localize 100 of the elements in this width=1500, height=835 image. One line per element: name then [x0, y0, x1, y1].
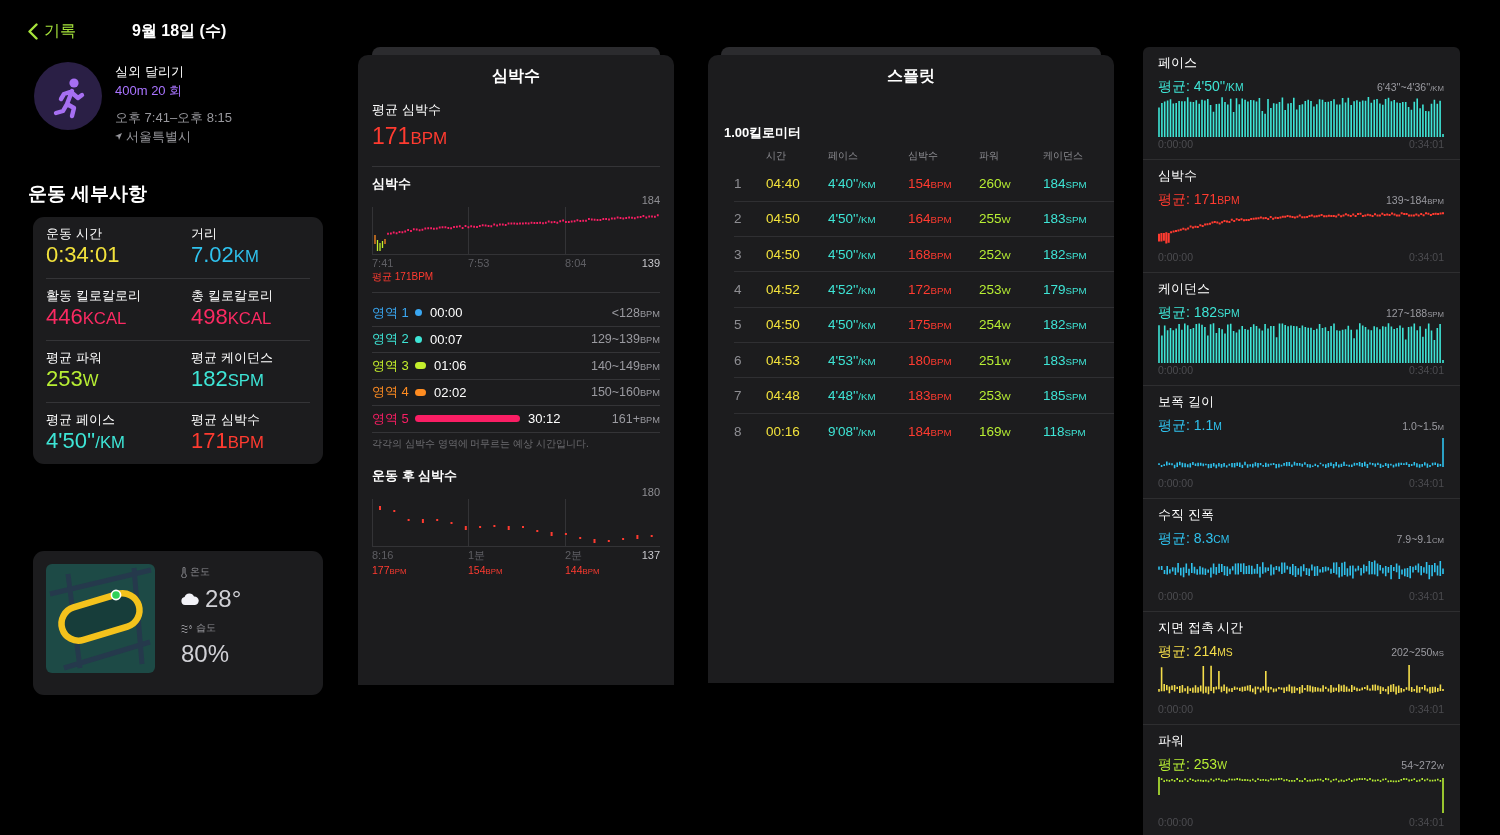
- table-cell: 183SPM: [1043, 211, 1087, 227]
- table-cell: 175BPM: [908, 317, 952, 333]
- section-title: 지면 접촉 시간: [1158, 620, 1244, 636]
- metric-label: 총 킬로칼로리: [191, 287, 273, 304]
- axis-label: 8:04: [565, 256, 587, 270]
- metric-value: 498KCAL: [191, 304, 272, 331]
- row-number: 6: [734, 352, 742, 368]
- zone-label: 영역 1: [372, 303, 409, 322]
- average-value: 평균: 182SPM: [1158, 303, 1240, 322]
- table-cell: 260W: [979, 176, 1011, 192]
- panel-title: 심박수: [492, 66, 540, 86]
- workout-type: 실외 달리기: [115, 63, 184, 81]
- average-value: 171BPM: [372, 122, 448, 151]
- table-cell: 9'08''/KM: [828, 423, 876, 439]
- table-cell: 169W: [979, 423, 1011, 439]
- zone-time: 30:12: [528, 411, 561, 427]
- row-number: 2: [734, 211, 742, 227]
- average-value: 평균: 1.1M: [1158, 416, 1222, 435]
- zone-range: 150~160BPM: [590, 385, 660, 400]
- table-cell: 252W: [979, 246, 1011, 262]
- table-cell: 00:16: [766, 423, 800, 439]
- average-value: 평균: 253W: [1158, 755, 1227, 774]
- table-cell: 182SPM: [1043, 317, 1087, 333]
- location-arrow-icon: [115, 133, 122, 140]
- axis-min-label: 137: [641, 548, 660, 562]
- table-cell: 04:48: [766, 387, 800, 403]
- table-cell: 04:53: [766, 352, 800, 368]
- zone-range: 129~139BPM: [590, 332, 660, 347]
- table-cell: 118SPM: [1043, 423, 1086, 439]
- row-number: 5: [734, 317, 742, 333]
- axis-label: 1분: [468, 548, 486, 562]
- table-cell: 4'53''/KM: [828, 352, 876, 368]
- metric-label: 평균 파워: [46, 349, 102, 366]
- table-cell: 253W: [979, 282, 1011, 298]
- column-header: 케이던스: [1043, 150, 1083, 162]
- zone-time: 01:06: [434, 358, 467, 374]
- metric-label: 평균 케이던스: [191, 349, 273, 366]
- average-label: 평균 심박수: [372, 101, 441, 119]
- table-cell: 183SPM: [1043, 352, 1087, 368]
- table-cell: 4'50''/KM: [828, 246, 876, 262]
- axis-max-label: 184: [641, 193, 660, 207]
- axis-max-label: 180: [641, 485, 660, 499]
- axis-label: 8:16: [372, 548, 394, 562]
- zone-label: 영역 2: [372, 330, 409, 349]
- table-cell: 251W: [979, 352, 1011, 368]
- date-title: 9월 18일 (수): [132, 21, 227, 41]
- table-cell: 185SPM: [1043, 387, 1087, 403]
- metric-label: 활동 킬로칼로리: [46, 287, 141, 304]
- axis-label: 2분: [565, 548, 583, 562]
- zone-label: 영역 5: [372, 409, 409, 428]
- metric-label: 운동 시간: [46, 225, 102, 242]
- workout-location: 서울특별시: [126, 128, 191, 146]
- average-value: 평균: 171BPM: [1158, 190, 1240, 209]
- metric-value: 4'50''/KM: [46, 428, 125, 455]
- humidity-value: 80%: [181, 640, 230, 668]
- zone-range: 161+BPM: [611, 411, 660, 426]
- row-number: 1: [734, 176, 742, 192]
- temperature-label: 온도: [190, 565, 210, 579]
- table-cell: 04:50: [766, 317, 800, 333]
- table-cell: 183BPM: [908, 387, 952, 403]
- zone-time: 02:02: [434, 384, 467, 400]
- table-cell: 4'50''/KM: [828, 211, 876, 227]
- average-value: 평균: 214MS: [1158, 642, 1233, 661]
- table-cell: 184BPM: [908, 423, 952, 439]
- section-title: 보폭 길이: [1158, 394, 1214, 410]
- column-header: 심박수: [908, 150, 938, 162]
- zone-time: 00:00: [430, 305, 463, 321]
- metric-value: 7.02KM: [191, 242, 259, 269]
- section-title: 심박수: [372, 175, 411, 193]
- column-header: 페이스: [828, 150, 858, 162]
- table-cell: 168BPM: [908, 246, 952, 262]
- zone-range: <128BPM: [611, 305, 660, 320]
- footnote: 각각의 심박수 영역에 머무르는 예상 시간입니다.: [372, 437, 589, 450]
- zone-label: 영역 3: [372, 356, 409, 375]
- zone-time: 00:07: [430, 331, 463, 347]
- axis-label: 7:41: [372, 256, 394, 270]
- metric-value: 171BPM: [191, 428, 264, 455]
- section-title: 운동 후 심박수: [372, 467, 458, 485]
- table-cell: 180BPM: [908, 352, 952, 368]
- cloud-icon: [181, 593, 199, 605]
- row-number: 3: [734, 246, 742, 262]
- humidity-icon: [181, 623, 193, 633]
- temperature-value: 28°: [205, 585, 242, 613]
- table-cell: 184SPM: [1043, 176, 1087, 192]
- metric-value: 182SPM: [191, 366, 264, 393]
- table-cell: 4'48''/KM: [828, 387, 876, 403]
- thermometer-icon: [181, 566, 187, 578]
- row-number: 7: [734, 387, 742, 403]
- average-value: 평균: 8.3CM: [1158, 529, 1230, 548]
- section-title: 수직 진폭: [1158, 507, 1214, 523]
- back-button[interactable]: 기록: [28, 21, 76, 41]
- table-cell: 253W: [979, 387, 1011, 403]
- table-cell: 172BPM: [908, 282, 952, 298]
- zone-range: 140~149BPM: [590, 358, 660, 373]
- table-cell: 255W: [979, 211, 1011, 227]
- metric-value: 253W: [46, 366, 99, 393]
- axis-min-label: 139: [641, 256, 660, 270]
- metric-label: 거리: [191, 225, 217, 242]
- running-person-icon: [34, 62, 102, 130]
- row-number: 4: [734, 282, 742, 298]
